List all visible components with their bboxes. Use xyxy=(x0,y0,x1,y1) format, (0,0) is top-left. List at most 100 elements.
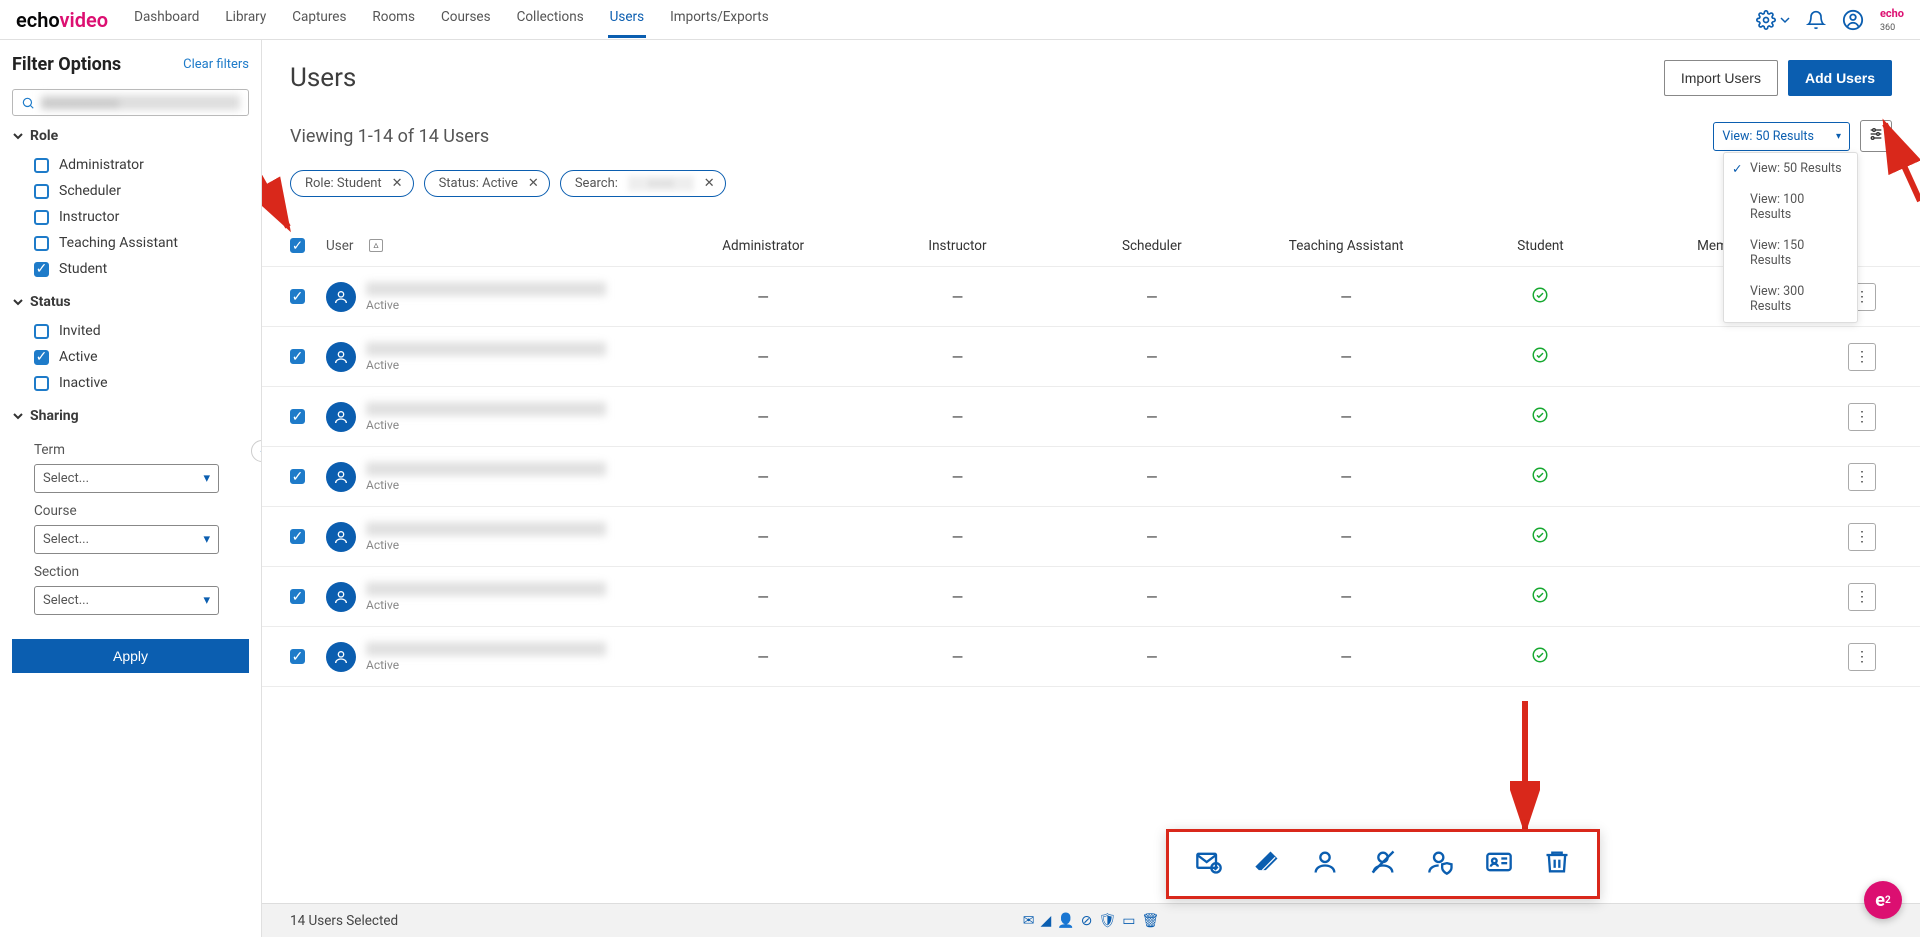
row-checkbox[interactable]: ✓ xyxy=(290,409,305,424)
remove-chip-icon[interactable]: ✕ xyxy=(528,176,539,191)
role-label: Student xyxy=(59,261,107,277)
nav-library[interactable]: Library xyxy=(223,1,268,38)
settings-icon[interactable] xyxy=(1756,10,1790,30)
role-none: — xyxy=(757,288,769,306)
nav-courses[interactable]: Courses xyxy=(439,1,493,38)
course-select[interactable]: Select...▾ xyxy=(34,525,219,554)
checkbox[interactable] xyxy=(34,158,49,173)
checkbox[interactable] xyxy=(34,210,49,225)
remove-chip-icon[interactable]: ✕ xyxy=(704,176,715,191)
row-actions-button[interactable]: ⋮ xyxy=(1848,643,1876,671)
view-option[interactable]: View: 150 Results xyxy=(1724,230,1857,276)
row-actions-button[interactable]: ⋮ xyxy=(1848,463,1876,491)
term-label: Term xyxy=(12,432,249,464)
import-users-button[interactable]: Import Users xyxy=(1664,60,1778,96)
checkbox[interactable] xyxy=(34,184,49,199)
checkbox[interactable] xyxy=(34,376,49,391)
user-shield-icon[interactable] xyxy=(1427,848,1455,880)
mini-user-icon[interactable]: 👤 xyxy=(1057,913,1074,929)
role-instructor[interactable]: Instructor xyxy=(12,204,249,230)
row-actions-button[interactable]: ⋮ xyxy=(1848,523,1876,551)
nav-users[interactable]: Users xyxy=(608,1,646,38)
status-label: Inactive xyxy=(59,375,108,391)
row-checkbox[interactable]: ✓ xyxy=(290,289,305,304)
send-email-icon[interactable] xyxy=(1195,848,1223,880)
erase-icon[interactable] xyxy=(1253,848,1281,880)
row-checkbox[interactable]: ✓ xyxy=(290,349,305,364)
mini-email-icon[interactable]: ✉ xyxy=(1023,913,1035,929)
col-ta-header[interactable]: Teaching Assistant xyxy=(1249,238,1443,254)
nav-captures[interactable]: Captures xyxy=(290,1,348,38)
mini-card-icon[interactable]: ▭ xyxy=(1122,913,1135,929)
checkbox[interactable]: ✓ xyxy=(34,350,49,365)
role-administrator[interactable]: Administrator xyxy=(12,152,249,178)
role-none: — xyxy=(1340,648,1352,666)
col-scheduler-header[interactable]: Scheduler xyxy=(1055,238,1249,254)
status-active[interactable]: ✓ Active xyxy=(12,344,249,370)
role-none: — xyxy=(1340,588,1352,606)
view-option[interactable]: View: 300 Results xyxy=(1724,276,1857,322)
table-row: ✓ Active — — — — ⋮ xyxy=(262,507,1920,567)
notifications-icon[interactable] xyxy=(1806,10,1826,30)
role-none: — xyxy=(1340,468,1352,486)
echo360-link[interactable]: echo360 xyxy=(1880,7,1904,33)
role-teaching-assistant[interactable]: Teaching Assistant xyxy=(12,230,249,256)
row-checkbox[interactable]: ✓ xyxy=(290,529,305,544)
view-option[interactable]: View: 50 Results xyxy=(1724,153,1857,184)
help-chat-button[interactable]: e2 xyxy=(1864,881,1902,919)
view-results-select[interactable]: View: 50 Results ▾ xyxy=(1713,122,1850,151)
status-invited[interactable]: Invited xyxy=(12,318,249,344)
row-actions-button[interactable]: ⋮ xyxy=(1848,583,1876,611)
footer-action-icons: ✉ ◢ 👤 ⊘ 🛡 ▭ 🗑 xyxy=(1023,913,1159,929)
clear-filters-link[interactable]: Clear filters xyxy=(183,57,249,72)
mini-erase-icon[interactable]: ◢ xyxy=(1040,913,1051,929)
user-remove-icon[interactable] xyxy=(1369,848,1397,880)
filter-search[interactable] xyxy=(12,89,249,116)
nav-collections[interactable]: Collections xyxy=(515,1,586,38)
select-all-checkbox[interactable]: ✓ xyxy=(290,238,305,253)
col-admin-header[interactable]: Administrator xyxy=(666,238,860,254)
brand-logo[interactable]: echovideo xyxy=(16,8,108,32)
apply-button[interactable]: Apply xyxy=(12,639,249,673)
checkbox[interactable]: ✓ xyxy=(34,262,49,277)
role-student[interactable]: ✓ Student xyxy=(12,256,249,282)
remove-chip-icon[interactable]: ✕ xyxy=(392,176,403,191)
column-settings-button[interactable] xyxy=(1860,120,1892,152)
add-users-button[interactable]: Add Users xyxy=(1788,60,1892,96)
selection-footer: 14 Users Selected ✉ ◢ 👤 ⊘ 🛡 ▭ 🗑 xyxy=(262,903,1920,937)
col-instructor-header[interactable]: Instructor xyxy=(860,238,1054,254)
checkbox[interactable] xyxy=(34,236,49,251)
row-actions-button[interactable]: ⋮ xyxy=(1848,343,1876,371)
nav-imports[interactable]: Imports/Exports xyxy=(668,1,771,38)
row-checkbox[interactable]: ✓ xyxy=(290,469,305,484)
status-section-header[interactable]: Status xyxy=(12,294,249,310)
user-name-redacted xyxy=(366,642,606,656)
section-select[interactable]: Select...▾ xyxy=(34,586,219,615)
view-option[interactable]: View: 100 Results xyxy=(1724,184,1857,230)
col-user-header[interactable]: User▵ xyxy=(326,238,666,254)
delete-icon[interactable] xyxy=(1543,848,1571,880)
role-scheduler[interactable]: Scheduler xyxy=(12,178,249,204)
user-name-redacted xyxy=(366,462,606,476)
status-inactive[interactable]: Inactive xyxy=(12,370,249,396)
checkbox[interactable] xyxy=(34,324,49,339)
filter-search-input[interactable] xyxy=(41,95,240,110)
term-select[interactable]: Select...▾ xyxy=(34,464,219,493)
col-student-header[interactable]: Student xyxy=(1443,238,1637,254)
sharing-section-header[interactable]: Sharing xyxy=(12,408,249,424)
user-icon[interactable] xyxy=(1311,848,1339,880)
account-icon[interactable] xyxy=(1842,9,1864,31)
nav-rooms[interactable]: Rooms xyxy=(370,1,417,38)
row-checkbox[interactable]: ✓ xyxy=(290,649,305,664)
row-checkbox[interactable]: ✓ xyxy=(290,589,305,604)
row-actions-button[interactable]: ⋮ xyxy=(1848,403,1876,431)
role-section-header[interactable]: Role xyxy=(12,128,249,144)
id-card-icon[interactable] xyxy=(1485,848,1513,880)
content-area: Users Import Users Add Users Viewing 1-1… xyxy=(262,40,1920,937)
nav-dashboard[interactable]: Dashboard xyxy=(132,1,201,38)
user-name-redacted xyxy=(366,522,606,536)
mini-user-remove-icon[interactable]: ⊘ xyxy=(1081,913,1093,929)
mini-shield-icon[interactable]: 🛡 xyxy=(1098,913,1116,929)
collapse-sidebar-button[interactable]: ‹ xyxy=(251,440,262,462)
mini-trash-icon[interactable]: 🗑 xyxy=(1141,913,1159,929)
